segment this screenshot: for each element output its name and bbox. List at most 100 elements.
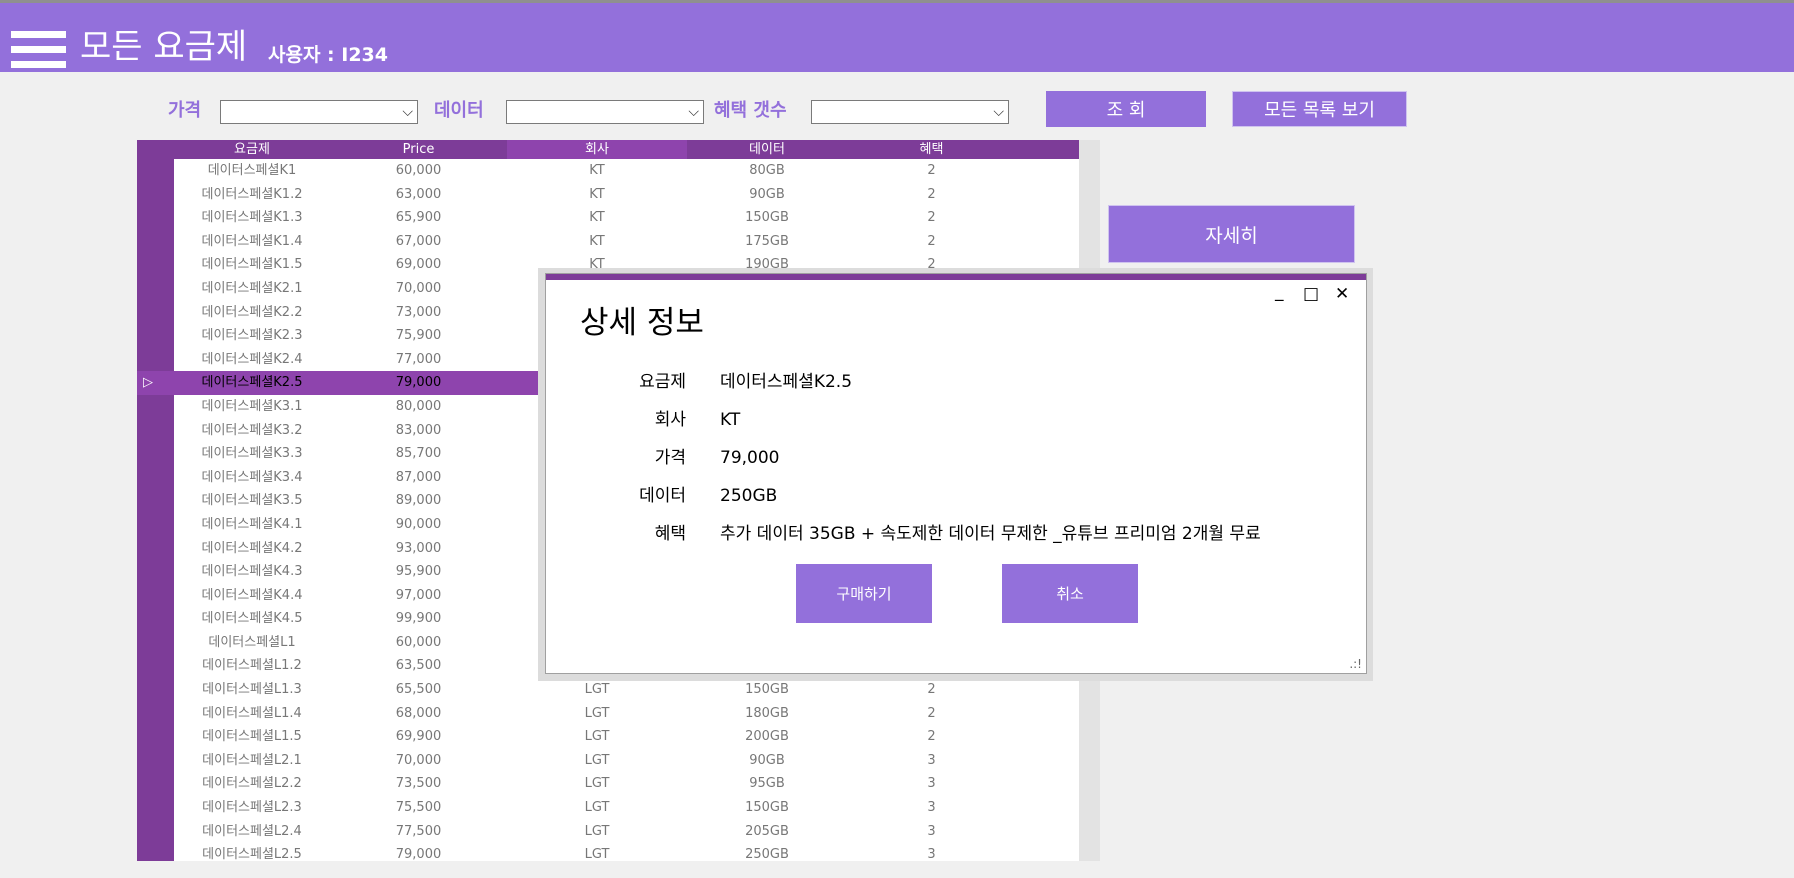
- cell-plan[interactable]: 데이터스페셜L2.1: [174, 749, 330, 773]
- cell-price[interactable]: 73,000: [330, 301, 507, 325]
- cell-benefit[interactable]: 2: [847, 678, 1016, 702]
- cell-price[interactable]: 75,900: [330, 324, 507, 348]
- cell-price[interactable]: 85,700: [330, 442, 507, 466]
- cell-benefit[interactable]: 3: [847, 749, 1016, 773]
- cell-data[interactable]: 90GB: [687, 749, 847, 773]
- cell-plan[interactable]: 데이터스페셜K2.4: [174, 348, 330, 372]
- maximize-icon[interactable]: □: [1303, 284, 1319, 304]
- table-row[interactable]: 데이터스페셜K1.3 65,900 KT 150GB 2: [137, 206, 1079, 230]
- cell-plan[interactable]: 데이터스페셜K1: [174, 159, 330, 183]
- cell-company[interactable]: KT: [507, 206, 687, 230]
- hamburger-menu-icon[interactable]: [11, 31, 66, 69]
- cell-plan[interactable]: 데이터스페셜K4.2: [174, 537, 330, 561]
- cell-plan[interactable]: 데이터스페셜K3.1: [174, 395, 330, 419]
- cell-data[interactable]: 90GB: [687, 183, 847, 207]
- column-header-plan[interactable]: 요금제: [174, 140, 330, 159]
- minimize-icon[interactable]: _: [1275, 282, 1284, 302]
- cell-price[interactable]: 73,500: [330, 772, 507, 796]
- table-row[interactable]: 데이터스페셜L2.5 79,000 LGT 250GB 3: [137, 843, 1079, 861]
- cell-price[interactable]: 60,000: [330, 159, 507, 183]
- cell-benefit[interactable]: 3: [847, 843, 1016, 861]
- cell-plan[interactable]: 데이터스페셜K2.5: [174, 371, 330, 395]
- cell-price[interactable]: 69,000: [330, 253, 507, 277]
- cell-plan[interactable]: 데이터스페셜L1.2: [174, 654, 330, 678]
- cell-company[interactable]: LGT: [507, 678, 687, 702]
- table-row[interactable]: 데이터스페셜L1.3 65,500 LGT 150GB 2: [137, 678, 1079, 702]
- cell-price[interactable]: 68,000: [330, 702, 507, 726]
- cell-benefit[interactable]: 2: [847, 230, 1016, 254]
- table-row[interactable]: 데이터스페셜K1.2 63,000 KT 90GB 2: [137, 183, 1079, 207]
- table-row[interactable]: 데이터스페셜L2.1 70,000 LGT 90GB 3: [137, 749, 1079, 773]
- table-row[interactable]: 데이터스페셜L2.2 73,500 LGT 95GB 3: [137, 772, 1079, 796]
- cell-price[interactable]: 67,000: [330, 230, 507, 254]
- resize-grip-icon[interactable]: .:!: [1349, 657, 1362, 671]
- table-row[interactable]: 데이터스페셜K1.4 67,000 KT 175GB 2: [137, 230, 1079, 254]
- cell-data[interactable]: 150GB: [687, 206, 847, 230]
- cell-plan[interactable]: 데이터스페셜K3.3: [174, 442, 330, 466]
- cell-price[interactable]: 65,900: [330, 206, 507, 230]
- cell-company[interactable]: LGT: [507, 820, 687, 844]
- cell-data[interactable]: 150GB: [687, 796, 847, 820]
- cell-benefit[interactable]: 2: [847, 206, 1016, 230]
- cell-plan[interactable]: 데이터스페셜L2.3: [174, 796, 330, 820]
- cell-price[interactable]: 83,000: [330, 419, 507, 443]
- cell-company[interactable]: LGT: [507, 796, 687, 820]
- cancel-button[interactable]: 취소: [1002, 564, 1138, 623]
- cell-benefit[interactable]: 3: [847, 796, 1016, 820]
- cell-company[interactable]: LGT: [507, 702, 687, 726]
- cell-benefit[interactable]: 2: [847, 183, 1016, 207]
- column-header-company[interactable]: 회사: [507, 140, 687, 159]
- cell-company[interactable]: LGT: [507, 772, 687, 796]
- table-row[interactable]: 데이터스페셜L2.3 75,500 LGT 150GB 3: [137, 796, 1079, 820]
- cell-plan[interactable]: 데이터스페셜L1: [174, 631, 330, 655]
- cell-plan[interactable]: 데이터스페셜K4.5: [174, 607, 330, 631]
- cell-price[interactable]: 75,500: [330, 796, 507, 820]
- cell-plan[interactable]: 데이터스페셜L1.4: [174, 702, 330, 726]
- cell-plan[interactable]: 데이터스페셜K1.5: [174, 253, 330, 277]
- cell-price[interactable]: 65,500: [330, 678, 507, 702]
- cell-price[interactable]: 77,000: [330, 348, 507, 372]
- cell-plan[interactable]: 데이터스페셜K3.5: [174, 489, 330, 513]
- cell-plan[interactable]: 데이터스페셜L2.2: [174, 772, 330, 796]
- cell-plan[interactable]: 데이터스페셜K2.1: [174, 277, 330, 301]
- cell-price[interactable]: 70,000: [330, 277, 507, 301]
- buy-button[interactable]: 구매하기: [796, 564, 932, 623]
- column-header-benefit[interactable]: 혜택: [847, 140, 1016, 159]
- cell-data[interactable]: 95GB: [687, 772, 847, 796]
- cell-plan[interactable]: 데이터스페셜K2.2: [174, 301, 330, 325]
- cell-price[interactable]: 60,000: [330, 631, 507, 655]
- cell-plan[interactable]: 데이터스페셜K1.3: [174, 206, 330, 230]
- cell-company[interactable]: KT: [507, 230, 687, 254]
- search-button[interactable]: 조 회: [1046, 91, 1206, 127]
- cell-price[interactable]: 89,000: [330, 489, 507, 513]
- cell-price[interactable]: 63,500: [330, 654, 507, 678]
- dialog-title-bar[interactable]: [546, 274, 1366, 280]
- table-row[interactable]: 데이터스페셜L1.5 69,900 LGT 200GB 2: [137, 725, 1079, 749]
- cell-price[interactable]: 93,000: [330, 537, 507, 561]
- cell-data[interactable]: 150GB: [687, 678, 847, 702]
- cell-plan[interactable]: 데이터스페셜K4.1: [174, 513, 330, 537]
- cell-price[interactable]: 79,000: [330, 843, 507, 861]
- table-row[interactable]: 데이터스페셜L2.4 77,500 LGT 205GB 3: [137, 820, 1079, 844]
- cell-price[interactable]: 95,900: [330, 560, 507, 584]
- cell-plan[interactable]: 데이터스페셜K1.4: [174, 230, 330, 254]
- cell-price[interactable]: 63,000: [330, 183, 507, 207]
- cell-price[interactable]: 80,000: [330, 395, 507, 419]
- data-filter-select[interactable]: ⌵: [506, 100, 704, 124]
- cell-benefit[interactable]: 3: [847, 820, 1016, 844]
- cell-data[interactable]: 205GB: [687, 820, 847, 844]
- cell-plan[interactable]: 데이터스페셜L2.5: [174, 843, 330, 861]
- cell-price[interactable]: 70,000: [330, 749, 507, 773]
- cell-company[interactable]: KT: [507, 159, 687, 183]
- column-header-price[interactable]: Price: [330, 140, 507, 159]
- table-row[interactable]: 데이터스페셜K1 60,000 KT 80GB 2: [137, 159, 1079, 183]
- cell-data[interactable]: 250GB: [687, 843, 847, 861]
- cell-benefit[interactable]: 3: [847, 772, 1016, 796]
- cell-plan[interactable]: 데이터스페셜K3.2: [174, 419, 330, 443]
- cell-company[interactable]: LGT: [507, 843, 687, 861]
- cell-plan[interactable]: 데이터스페셜K4.3: [174, 560, 330, 584]
- cell-benefit[interactable]: 2: [847, 725, 1016, 749]
- cell-company[interactable]: LGT: [507, 749, 687, 773]
- cell-data[interactable]: 175GB: [687, 230, 847, 254]
- view-all-button[interactable]: 모든 목록 보기: [1232, 91, 1407, 127]
